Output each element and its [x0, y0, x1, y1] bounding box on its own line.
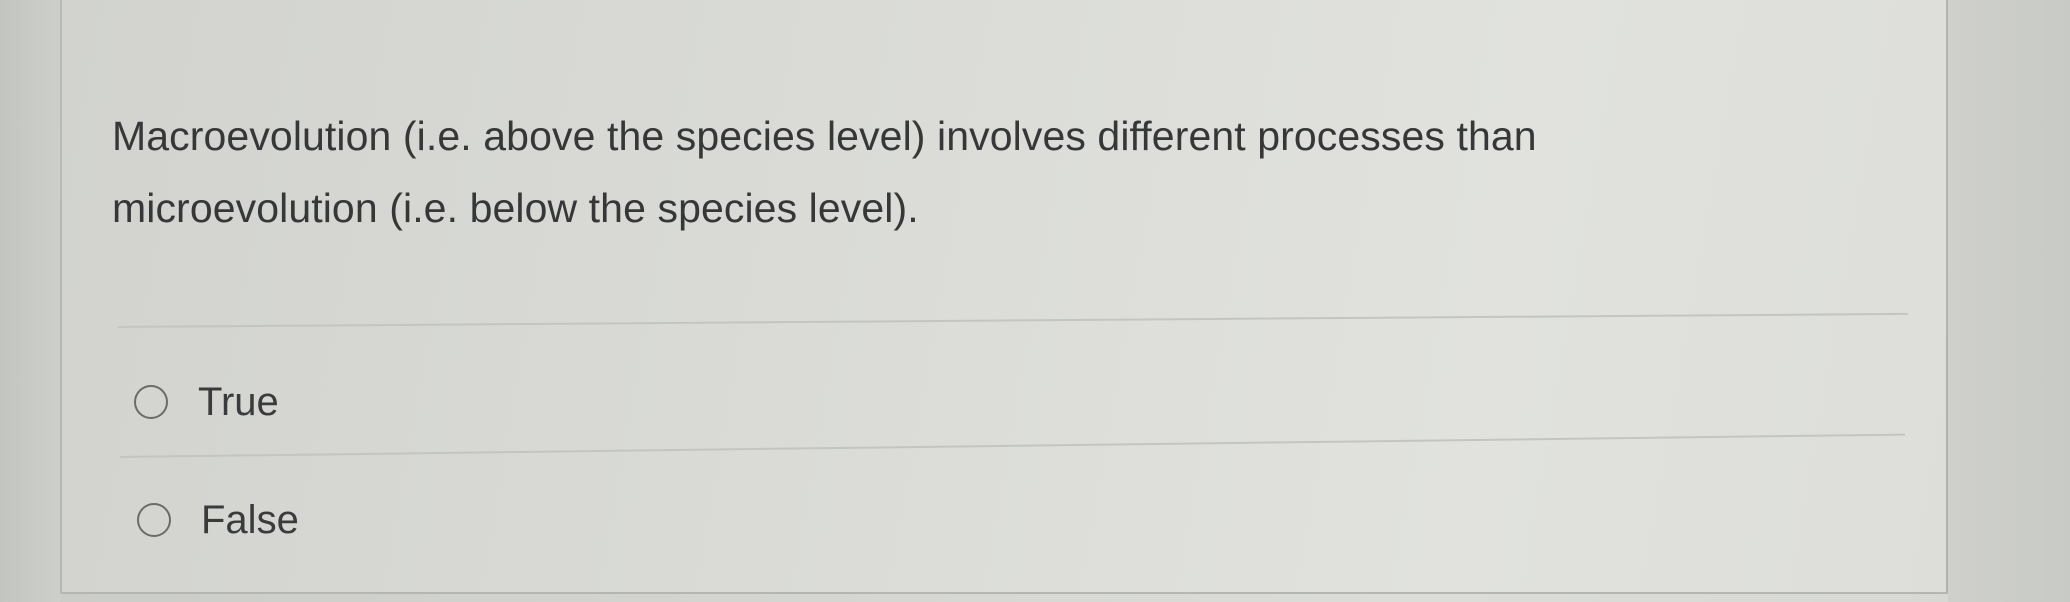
answer-label-false: False — [201, 498, 299, 542]
question-card — [60, 0, 1948, 594]
background-left — [0, 0, 60, 602]
question-text: Macroevolution (i.e. above the species l… — [112, 113, 1537, 231]
radio-button-false[interactable] — [137, 503, 171, 537]
answer-option-false[interactable]: False — [137, 496, 299, 544]
background-right — [1948, 0, 2070, 602]
radio-button-true[interactable] — [134, 385, 168, 419]
answer-label-true: True — [198, 380, 279, 424]
answer-option-true[interactable]: True — [134, 378, 279, 426]
